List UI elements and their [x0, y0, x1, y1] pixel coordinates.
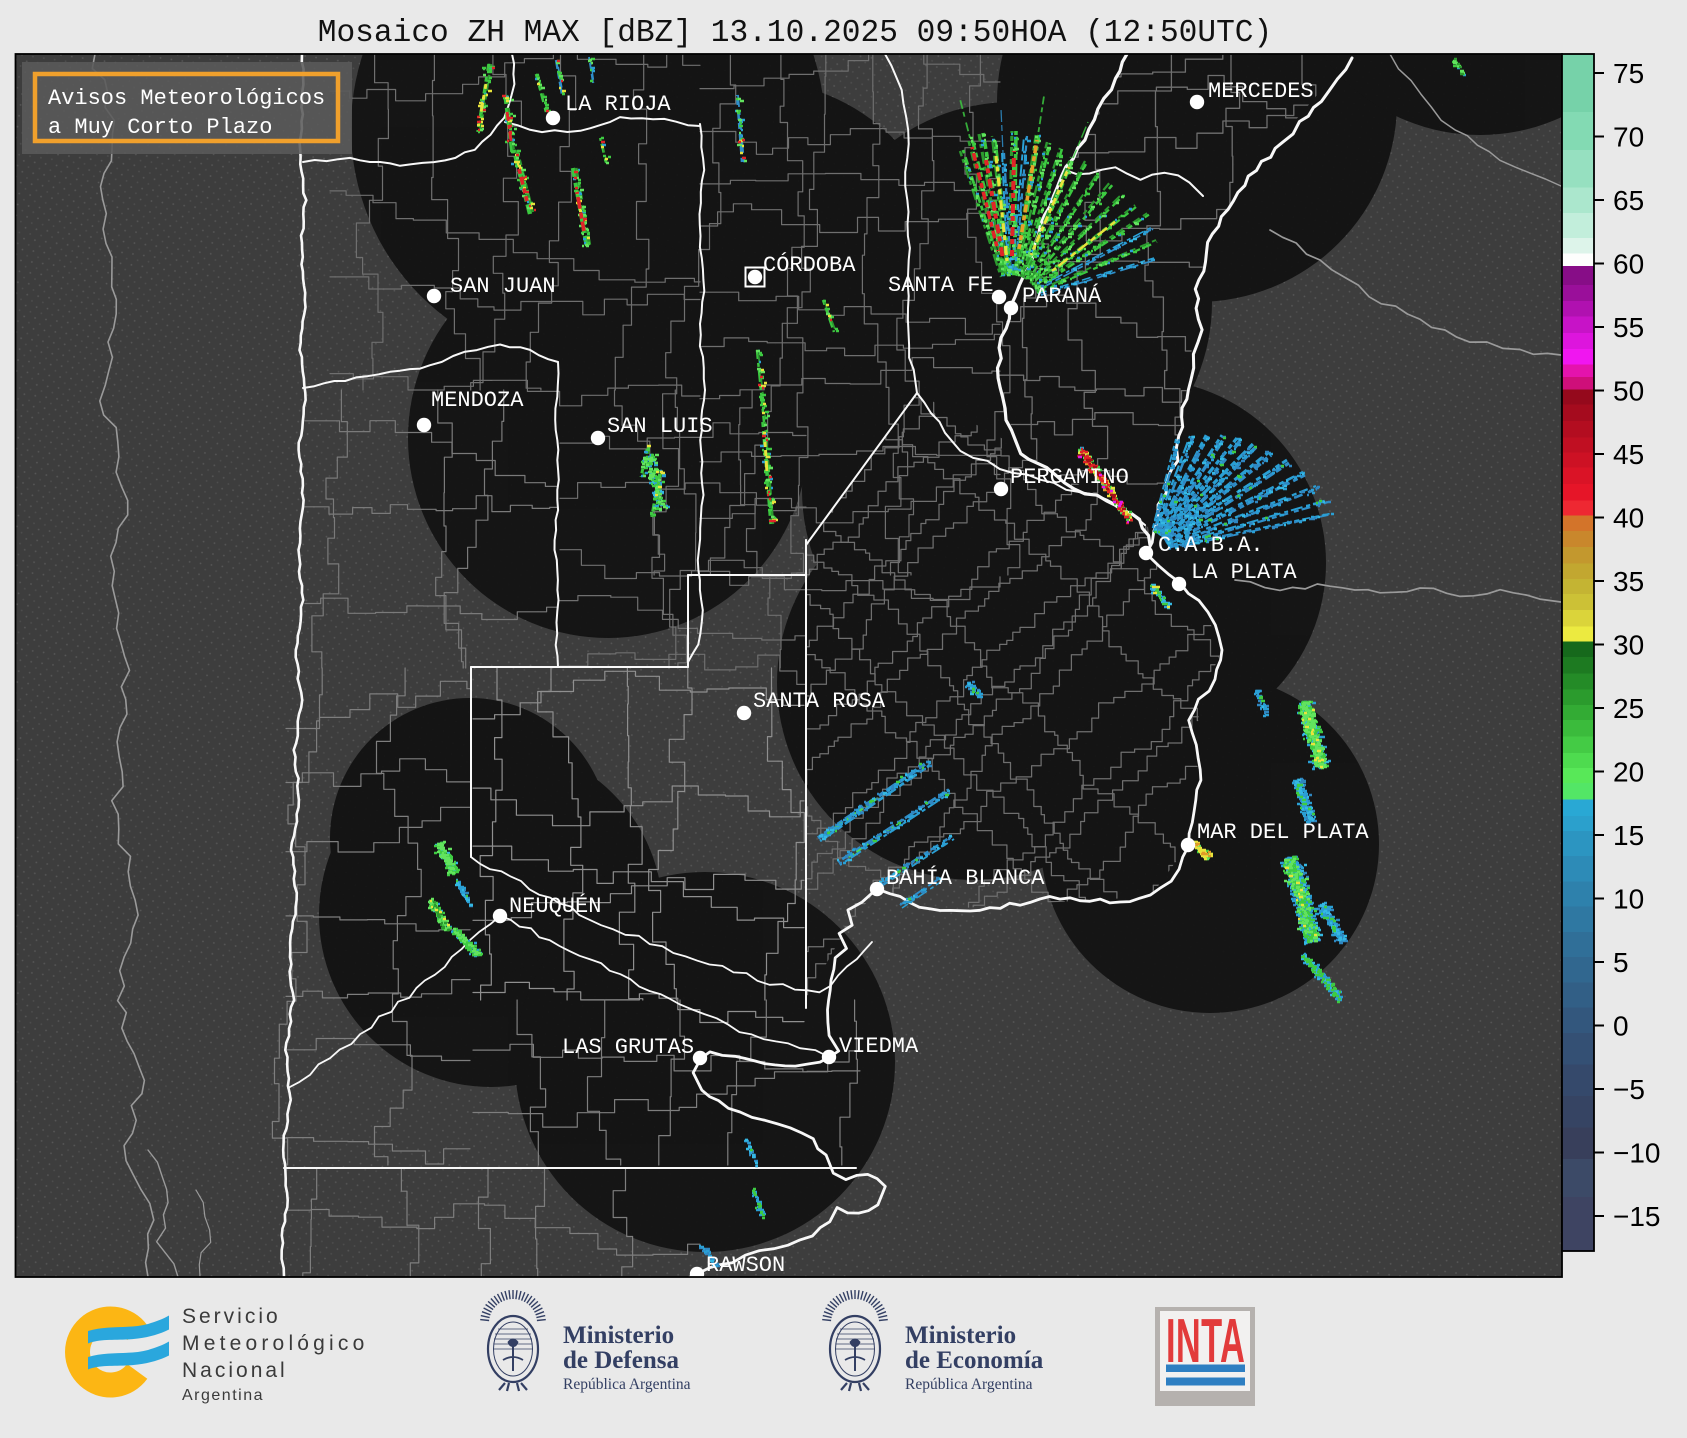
- svg-text:75: 75: [1613, 58, 1644, 89]
- svg-text:Servicio: Servicio: [182, 1305, 281, 1328]
- svg-text:CÓRDOBA: CÓRDOBA: [763, 252, 856, 278]
- svg-text:SAN JUAN: SAN JUAN: [450, 274, 556, 299]
- svg-text:10: 10: [1613, 884, 1644, 915]
- svg-text:C.A.B.A.: C.A.B.A.: [1158, 533, 1264, 558]
- svg-text:70: 70: [1613, 122, 1644, 153]
- svg-text:−5: −5: [1613, 1074, 1645, 1105]
- svg-text:65: 65: [1613, 185, 1644, 216]
- svg-text:25: 25: [1613, 693, 1644, 724]
- svg-text:Mosaico ZH MAX [dBZ] 13.10.202: Mosaico ZH MAX [dBZ] 13.10.2025 09:50HOA…: [318, 16, 1273, 51]
- svg-text:30: 30: [1613, 630, 1644, 661]
- svg-text:0: 0: [1613, 1011, 1629, 1042]
- svg-text:SANTA FE: SANTA FE: [888, 273, 994, 298]
- svg-text:−10: −10: [1613, 1138, 1661, 1169]
- svg-text:45: 45: [1613, 439, 1644, 470]
- svg-text:20: 20: [1613, 757, 1644, 788]
- svg-text:VIEDMA: VIEDMA: [839, 1034, 919, 1059]
- svg-text:BAHÍA BLANCA: BAHÍA BLANCA: [886, 865, 1045, 891]
- svg-text:LA PLATA: LA PLATA: [1191, 560, 1297, 585]
- svg-text:−15: −15: [1613, 1201, 1661, 1232]
- svg-text:República Argentina: República Argentina: [563, 1376, 691, 1393]
- svg-text:MAR DEL PLATA: MAR DEL PLATA: [1197, 820, 1369, 845]
- svg-text:República Argentina: República Argentina: [905, 1376, 1033, 1393]
- svg-text:NEUQUÉN: NEUQUÉN: [509, 893, 601, 919]
- svg-text:55: 55: [1613, 312, 1644, 343]
- svg-text:a Muy Corto Plazo: a Muy Corto Plazo: [48, 115, 272, 140]
- svg-text:Meteorológico: Meteorológico: [182, 1332, 369, 1355]
- svg-text:de Economía: de Economía: [905, 1347, 1044, 1374]
- svg-text:Nacional: Nacional: [182, 1359, 288, 1382]
- svg-text:60: 60: [1613, 249, 1644, 280]
- svg-text:de Defensa: de Defensa: [563, 1347, 679, 1374]
- svg-text:Ministerio: Ministerio: [563, 1322, 674, 1349]
- svg-text:35: 35: [1613, 566, 1644, 597]
- svg-text:MERCEDES: MERCEDES: [1208, 79, 1314, 104]
- svg-text:PARANÁ: PARANÁ: [1022, 283, 1102, 309]
- svg-text:SAN LUIS: SAN LUIS: [607, 414, 713, 439]
- svg-text:PERGAMINO: PERGAMINO: [1010, 465, 1129, 490]
- svg-text:SANTA ROSA: SANTA ROSA: [753, 689, 886, 714]
- svg-text:LA RIOJA: LA RIOJA: [565, 92, 671, 117]
- svg-text:RAWSON: RAWSON: [706, 1253, 785, 1278]
- svg-text:5: 5: [1613, 947, 1629, 978]
- svg-text:15: 15: [1613, 820, 1644, 851]
- svg-text:50: 50: [1613, 376, 1644, 407]
- svg-text:MENDOZA: MENDOZA: [431, 388, 524, 413]
- svg-text:Ministerio: Ministerio: [905, 1322, 1016, 1349]
- svg-text:LAS GRUTAS: LAS GRUTAS: [562, 1035, 694, 1060]
- svg-text:Avisos Meteorológicos: Avisos Meteorológicos: [48, 86, 325, 111]
- svg-text:Argentina: Argentina: [182, 1387, 264, 1404]
- svg-text:40: 40: [1613, 503, 1644, 534]
